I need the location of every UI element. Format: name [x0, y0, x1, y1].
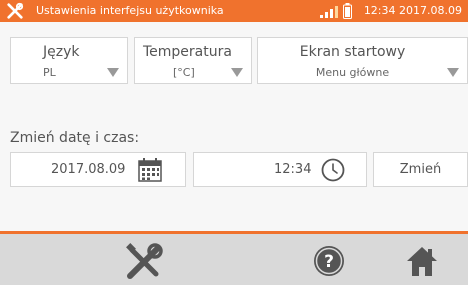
bottom-toolbar: ? — [0, 231, 468, 285]
dropdown-arrow-icon — [447, 68, 459, 77]
home-icon[interactable] — [405, 244, 439, 278]
language-value: PL — [43, 66, 56, 79]
svg-text:?: ? — [324, 252, 334, 272]
screen-title: Ustawienia interfejsu użytkownika — [36, 4, 224, 17]
temperature-label: Temperatura — [143, 44, 232, 60]
tools-icon — [7, 2, 24, 19]
date-value: 2017.08.09 — [51, 162, 126, 177]
dropdown-arrow-icon — [107, 68, 119, 77]
start-screen-value: Menu główne — [315, 66, 390, 79]
temperature-dropdown[interactable]: Temperatura [°C] — [134, 37, 252, 84]
tools-icon[interactable] — [124, 242, 164, 282]
change-button-label: Zmień — [399, 162, 442, 177]
status-bar: Ustawienia interfejsu użytkownika 12:34 … — [0, 0, 468, 22]
dropdown-arrow-icon — [231, 68, 243, 77]
time-value: 12:34 — [274, 162, 312, 177]
change-datetime-button[interactable]: Zmień — [373, 152, 468, 187]
calendar-icon — [138, 158, 162, 182]
date-field[interactable]: 2017.08.09 — [10, 152, 186, 187]
language-dropdown[interactable]: Język PL — [10, 37, 128, 84]
time-field[interactable]: 12:34 — [193, 152, 367, 187]
datetime-section-label: Zmień datę i czas: — [10, 130, 140, 146]
start-screen-label: Ekran startowy — [299, 44, 406, 60]
start-screen-dropdown[interactable]: Ekran startowy Menu główne — [257, 37, 468, 84]
signal-icon — [320, 6, 338, 18]
battery-icon — [343, 3, 352, 19]
status-clock: 12:34 2017.08.09 — [363, 4, 462, 17]
temperature-value: [°C] — [173, 66, 195, 79]
language-label: Język — [43, 44, 80, 60]
clock-icon — [321, 158, 345, 182]
help-icon[interactable]: ? — [312, 244, 346, 278]
